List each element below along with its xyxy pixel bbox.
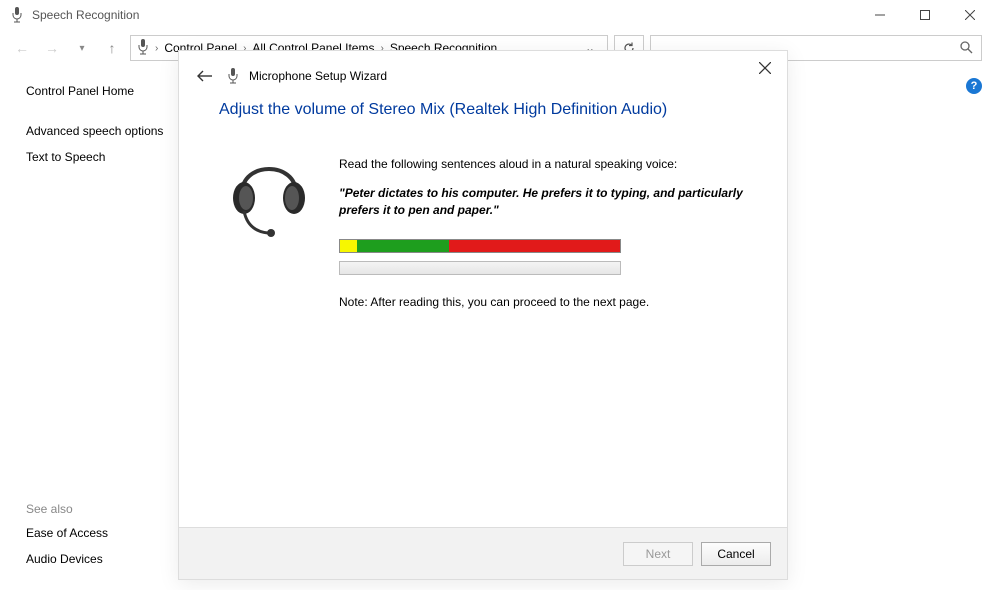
volume-meter-reference: [339, 239, 621, 253]
microphone-icon: [10, 7, 24, 23]
control-panel-home-link[interactable]: Control Panel Home: [26, 84, 188, 98]
note-text: Note: After reading this, you can procee…: [339, 295, 747, 309]
see-also-header: See also: [26, 502, 188, 516]
text-to-speech-link[interactable]: Text to Speech: [26, 150, 188, 164]
cancel-button[interactable]: Cancel: [701, 542, 771, 566]
wizard-title: Microphone Setup Wizard: [249, 69, 387, 83]
close-button[interactable]: [947, 0, 992, 30]
wizard-close-button[interactable]: [751, 54, 779, 82]
microphone-setup-wizard: Microphone Setup Wizard Adjust the volum…: [178, 50, 788, 580]
headset-icon: [219, 143, 319, 309]
wizard-heading: Adjust the volume of Stereo Mix (Realtek…: [219, 101, 747, 119]
sample-sentence: "Peter dictates to his computer. He pref…: [339, 185, 747, 219]
window-title: Speech Recognition: [32, 8, 139, 22]
audio-devices-link[interactable]: Audio Devices: [26, 552, 188, 566]
next-button[interactable]: Next: [623, 542, 693, 566]
meter-yellow-zone: [340, 240, 357, 252]
meter-green-zone: [357, 240, 449, 252]
search-icon: [959, 40, 973, 57]
microphone-icon: [137, 39, 149, 58]
minimize-button[interactable]: [857, 0, 902, 30]
nav-forward-button[interactable]: →: [40, 36, 64, 60]
wizard-header: Microphone Setup Wizard: [179, 51, 787, 101]
instruction-text: Read the following sentences aloud in a …: [339, 157, 747, 171]
chevron-right-icon: ›: [155, 43, 158, 54]
help-icon[interactable]: ?: [966, 78, 982, 94]
ease-of-access-link[interactable]: Ease of Access: [26, 526, 188, 540]
wizard-footer: Next Cancel: [179, 527, 787, 579]
microphone-icon: [227, 68, 241, 84]
nav-back-button[interactable]: ←: [10, 36, 34, 60]
window-titlebar: Speech Recognition: [0, 0, 992, 30]
nav-recent-button[interactable]: ▾: [70, 36, 94, 60]
volume-level-indicator: [339, 261, 621, 275]
left-nav-panel: Control Panel Home Advanced speech optio…: [0, 66, 200, 590]
maximize-button[interactable]: [902, 0, 947, 30]
meter-red-zone: [449, 240, 620, 252]
advanced-speech-options-link[interactable]: Advanced speech options: [26, 124, 188, 138]
nav-up-button[interactable]: ↑: [100, 36, 124, 60]
wizard-body: Adjust the volume of Stereo Mix (Realtek…: [179, 101, 787, 527]
wizard-back-button[interactable]: [191, 62, 219, 90]
